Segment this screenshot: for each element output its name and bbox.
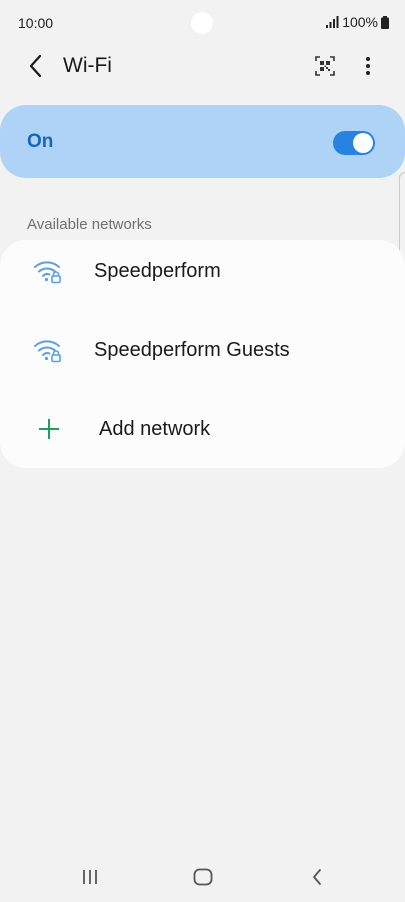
add-network-label: Add network <box>99 418 211 440</box>
wifi-lock-icon <box>34 261 61 284</box>
wifi-switch[interactable] <box>333 131 375 155</box>
network-list: Speedperform Speedperform Guests Add net… <box>0 240 405 468</box>
recent-apps-icon <box>83 870 97 884</box>
status-time: 10:00 <box>18 15 54 31</box>
qr-code-button[interactable] <box>312 53 338 79</box>
status-bar: 10:00 100% <box>0 0 405 46</box>
network-name: Speedperform <box>94 260 221 282</box>
battery-percent: 100% <box>342 14 378 30</box>
wifi-lock-icon <box>34 340 61 363</box>
back-button[interactable] <box>22 52 50 80</box>
status-indicators: 100% <box>326 14 389 30</box>
battery-icon <box>381 15 389 29</box>
plus-icon <box>39 419 59 439</box>
camera-cutout <box>191 12 213 34</box>
more-vertical-icon <box>366 57 370 75</box>
network-item-speedperform-guests[interactable]: Speedperform Guests <box>0 319 405 395</box>
add-network-button[interactable]: Add network <box>0 398 405 474</box>
network-name: Speedperform Guests <box>94 339 290 361</box>
recent-apps-button[interactable] <box>75 864 105 890</box>
wifi-settings-screen: 10:00 100% Wi-Fi On Available networks S… <box>0 0 405 902</box>
app-header: Wi-Fi <box>0 46 405 86</box>
navigation-bar <box>0 852 405 902</box>
home-icon <box>193 868 213 886</box>
network-item-speedperform[interactable]: Speedperform <box>0 240 405 316</box>
nav-back-button[interactable] <box>302 864 332 890</box>
back-arrow-icon <box>29 54 42 78</box>
toggle-label: On <box>27 131 54 152</box>
switch-thumb <box>353 133 373 153</box>
section-header-available-networks: Available networks <box>27 216 152 233</box>
wifi-master-toggle[interactable]: On <box>0 105 405 178</box>
page-title: Wi-Fi <box>63 54 112 77</box>
qr-code-icon <box>315 56 335 76</box>
more-options-button[interactable] <box>356 52 380 80</box>
home-button[interactable] <box>188 864 218 890</box>
signal-icon <box>326 16 339 28</box>
back-icon <box>313 869 321 885</box>
